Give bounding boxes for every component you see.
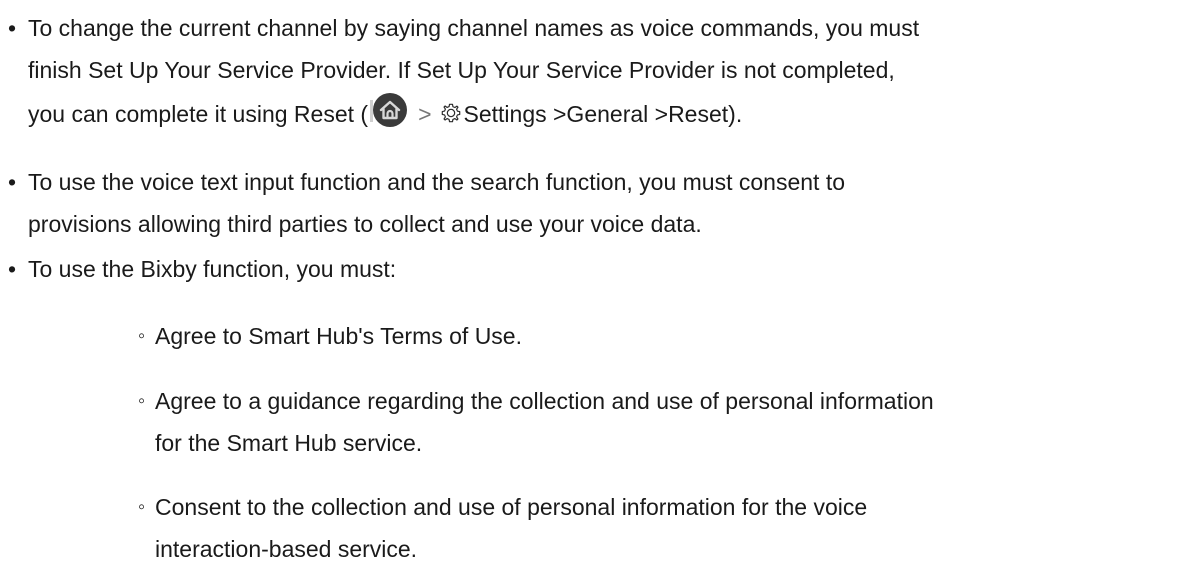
bullet-text-line: finish Set Up Your Service Provider. If … bbox=[28, 57, 895, 83]
bullet-text-line: To change the current channel by saying … bbox=[28, 15, 920, 41]
bullet-text-line: To use the Bixby function, you must: bbox=[28, 256, 397, 282]
sub-bullet-item-consent: ◦ Consent to the collection and use of p… bbox=[138, 486, 1168, 570]
gear-icon bbox=[440, 93, 462, 123]
reset-path-prefix: you can complete it using Reset ( bbox=[28, 101, 369, 127]
sub-bullet-text-line: Consent to the collection and use of per… bbox=[155, 494, 868, 520]
bullet-marker: • bbox=[8, 169, 17, 195]
bullet-text-line: provisions allowing third parties to col… bbox=[28, 211, 702, 237]
sub-bullet-marker: ◦ bbox=[138, 390, 146, 412]
sub-bullet-item-guidance: ◦ Agree to a guidance regarding the coll… bbox=[138, 380, 1168, 464]
sub-bullet-text-line: Agree to a guidance regarding the collec… bbox=[155, 388, 934, 414]
sub-bullet-text-line: interaction-based service. bbox=[155, 536, 418, 562]
bullet-item-voice-text-input: • To use the voice text input function a… bbox=[8, 161, 1168, 245]
home-icon bbox=[370, 91, 408, 129]
sub-bullet-marker: ◦ bbox=[138, 325, 146, 347]
sub-bullet-marker: ◦ bbox=[138, 496, 146, 518]
sub-bullet-text-line: Agree to Smart Hub's Terms of Use. bbox=[155, 323, 522, 349]
chevron-right-icon: > bbox=[418, 101, 432, 127]
bullet-text-line-with-icons: you can complete it using Reset ( > Sett… bbox=[8, 91, 1168, 137]
sub-bullet-text-line: for the Smart Hub service. bbox=[155, 430, 423, 456]
reset-path-suffix: Settings >General >Reset). bbox=[463, 101, 743, 127]
document-page: • To change the current channel by sayin… bbox=[0, 0, 1179, 578]
bullet-text-line: To use the voice text input function and… bbox=[28, 169, 845, 195]
bullet-marker: • bbox=[8, 256, 17, 282]
bullet-marker: • bbox=[8, 15, 17, 41]
bullet-item-bixby: • To use the Bixby function, you must: bbox=[8, 248, 1168, 290]
bullet-item-channel-change: • To change the current channel by sayin… bbox=[8, 7, 1168, 137]
sub-bullet-item-terms: ◦ Agree to Smart Hub's Terms of Use. bbox=[138, 315, 1168, 357]
